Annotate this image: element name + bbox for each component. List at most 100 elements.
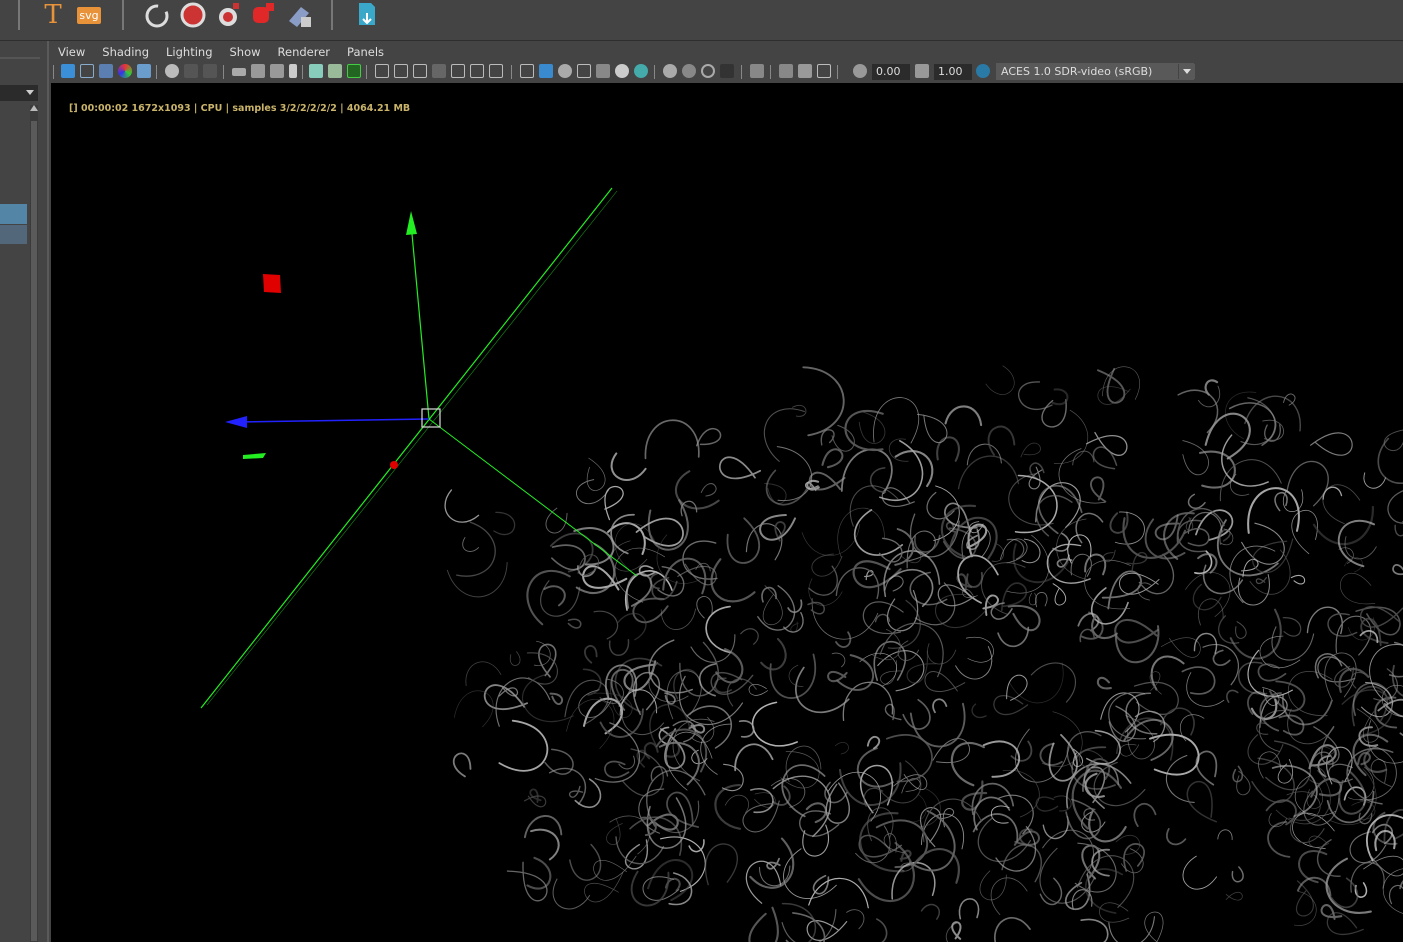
- hair-strand: [940, 808, 954, 828]
- hair-strand: [452, 752, 472, 778]
- x-axis-arrow-icon[interactable]: [225, 416, 247, 428]
- green-axis-line: [206, 190, 618, 706]
- y-axis-arrow-icon[interactable]: [406, 211, 417, 235]
- hair-strand: [673, 668, 702, 700]
- lights-icon[interactable]: [615, 64, 629, 78]
- shelf-separator: [18, 0, 20, 30]
- hair-strand: [1308, 835, 1330, 848]
- motion-blur-icon[interactable]: [682, 64, 696, 78]
- smooth-shade-icon[interactable]: [539, 64, 553, 78]
- hair-strand: [568, 785, 584, 798]
- scroll-up-icon[interactable]: [30, 105, 38, 111]
- film-gate-icon[interactable]: [394, 64, 408, 78]
- color-space-dropdown[interactable]: [1178, 64, 1195, 79]
- outliner-dropdown[interactable]: [0, 85, 38, 101]
- hair-strand: [745, 860, 782, 904]
- red-shape-icon[interactable]: [248, 0, 278, 30]
- outliner-item[interactable]: [0, 225, 27, 244]
- shadows-icon[interactable]: [634, 64, 648, 78]
- hair-strand: [1310, 432, 1353, 456]
- viewport-scene: [200, 187, 1403, 942]
- select-camera-icon[interactable]: [61, 64, 75, 78]
- hair-strand: [523, 815, 563, 839]
- wireframe-on-shaded-icon[interactable]: [577, 64, 591, 78]
- 2d-pan-zoom-icon[interactable]: [137, 64, 151, 78]
- hair-strand: [610, 452, 647, 481]
- loop-icon[interactable]: [142, 0, 172, 30]
- exposure-field[interactable]: 0.00: [872, 64, 910, 80]
- image-plane-icon[interactable]: [118, 64, 132, 78]
- resolution-gate-icon[interactable]: [413, 64, 427, 78]
- camera-attributes-icon[interactable]: [80, 64, 94, 78]
- transform-manipulator[interactable]: [200, 187, 638, 709]
- safe-title-icon[interactable]: [489, 64, 503, 78]
- hair-strand: [987, 425, 1016, 456]
- menu-show[interactable]: Show: [221, 43, 269, 61]
- hair-strand: [543, 585, 566, 607]
- menu-shading[interactable]: Shading: [93, 43, 157, 61]
- render-hud-text: [] 00:00:02 1672x1093 | CPU | samples 3/…: [69, 103, 411, 114]
- hair-strand: [1387, 490, 1403, 524]
- xray-active-icon[interactable]: [798, 64, 812, 78]
- textured-icon[interactable]: [596, 64, 610, 78]
- svg-tool-icon[interactable]: svg: [74, 0, 104, 30]
- red-plane-handle[interactable]: [263, 274, 281, 293]
- hair-strand: [1287, 671, 1333, 717]
- svg-tool-label: svg: [77, 6, 101, 24]
- color-management-toggle-icon[interactable]: [976, 64, 990, 78]
- wireframe-icon[interactable]: [520, 64, 534, 78]
- export-icon[interactable]: [352, 0, 382, 30]
- render-viewport[interactable]: [] 00:00:02 1672x1093 | CPU | samples 3/…: [51, 83, 1403, 942]
- red-pivot-handle[interactable]: [390, 461, 398, 469]
- xray-icon[interactable]: [779, 64, 793, 78]
- hair-strand: [1255, 576, 1267, 585]
- default-material-icon[interactable]: [558, 64, 572, 78]
- hair-strand: [873, 397, 919, 444]
- bookmarks-icon[interactable]: [99, 64, 113, 78]
- hair-strand: [1012, 543, 1069, 584]
- hair-strand: [888, 438, 909, 462]
- hair-strand: [805, 802, 827, 824]
- multisample-aa-icon[interactable]: [701, 64, 715, 78]
- circle-icon[interactable]: [178, 0, 208, 30]
- disabled-icon: [203, 64, 217, 78]
- isolate-select-icon[interactable]: [750, 64, 764, 78]
- hair-strand: [1219, 459, 1282, 502]
- camera-icon[interactable]: [232, 68, 246, 76]
- paint-icon[interactable]: [284, 0, 314, 30]
- gamma-icon[interactable]: [915, 64, 929, 78]
- hair-strand: [1235, 621, 1247, 639]
- scrollbar-thumb[interactable]: [31, 121, 37, 941]
- camera-lock-icon[interactable]: [270, 64, 284, 78]
- exposure-icon[interactable]: [853, 64, 867, 78]
- menu-panels[interactable]: Panels: [338, 43, 392, 61]
- outliner-selected-item[interactable]: [0, 204, 27, 224]
- green-plane-handle[interactable]: [243, 453, 266, 459]
- camera-film-icon[interactable]: [251, 64, 265, 78]
- menu-lighting[interactable]: Lighting: [157, 43, 220, 61]
- grid-icon[interactable]: [375, 64, 389, 78]
- grease-pencil-icon[interactable]: [165, 64, 179, 78]
- uv-icon[interactable]: [309, 64, 323, 78]
- menu-renderer[interactable]: Renderer: [269, 43, 339, 61]
- pencil-icon[interactable]: [347, 64, 361, 78]
- hair-strand: [690, 634, 736, 663]
- screen-space-ao-icon[interactable]: [663, 64, 677, 78]
- hair-strand: [1193, 632, 1218, 655]
- hair-strand: [609, 639, 630, 656]
- gate-mask-icon[interactable]: [432, 64, 446, 78]
- bomb-icon[interactable]: [214, 0, 244, 30]
- hair-strand: [1046, 543, 1091, 584]
- gamma-field[interactable]: 1.00: [934, 64, 972, 80]
- safe-action-icon[interactable]: [470, 64, 484, 78]
- hair-strand: [1187, 493, 1206, 509]
- xray-joints-icon[interactable]: [817, 64, 831, 78]
- color-space-select[interactable]: ACES 1.0 SDR-video (sRGB): [996, 63, 1194, 80]
- bookmark-icon[interactable]: [289, 64, 297, 78]
- gate-icon[interactable]: [328, 64, 342, 78]
- menu-view[interactable]: View: [49, 43, 93, 61]
- field-chart-icon[interactable]: [451, 64, 465, 78]
- text-tool-icon[interactable]: T: [38, 0, 68, 30]
- hair-strand: [769, 653, 817, 699]
- depth-of-field-icon[interactable]: [720, 64, 734, 78]
